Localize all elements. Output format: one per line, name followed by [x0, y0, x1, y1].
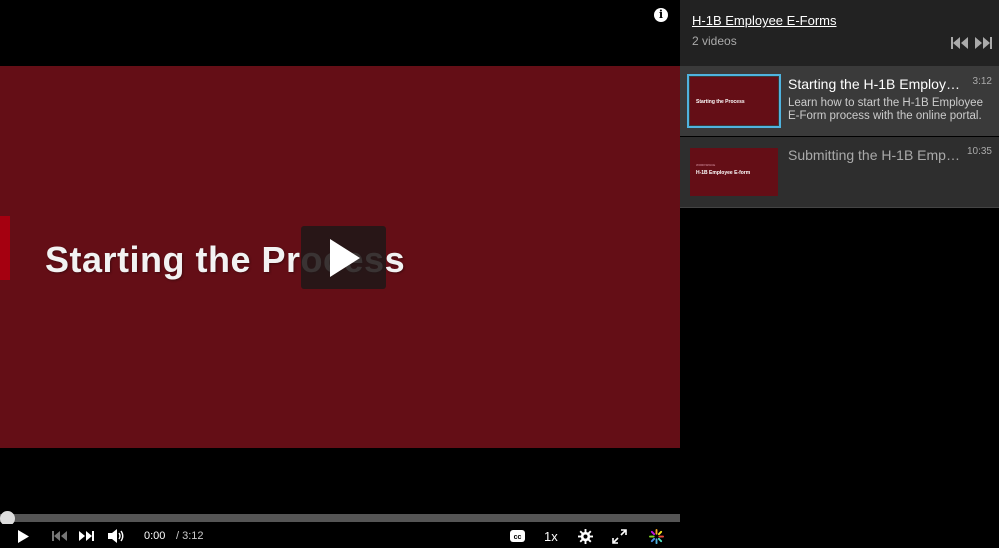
- playlist-item[interactable]: WORKSPACE H-1B Employee E-form Submittin…: [680, 137, 999, 207]
- play-button[interactable]: [16, 528, 30, 544]
- skip-previous-icon: [951, 37, 968, 49]
- playlist-divider: [680, 207, 999, 208]
- closed-captions-icon: cc: [509, 530, 525, 542]
- fullscreen-icon: [611, 528, 627, 544]
- skip-next-icon: [78, 531, 94, 541]
- playlist-panel: H-1B Employee E-Forms 2 videos Starting …: [680, 0, 999, 548]
- video-thumbnail: Starting the Process: [687, 74, 781, 128]
- playlist-item-title: Starting the H-1B Employee E-Form Proces…: [788, 76, 960, 92]
- settings-button[interactable]: [577, 528, 593, 544]
- slide-accent-bar: [0, 216, 10, 280]
- duration: / 3:12: [176, 530, 204, 542]
- thumbnail-caption: H-1B Employee E-form: [696, 170, 751, 176]
- control-bar: 0:00 / 3:12 cc 1x: [0, 524, 680, 548]
- play-icon: [330, 239, 360, 277]
- kaltura-logo-icon: [648, 528, 664, 544]
- playlist-next-button[interactable]: [975, 36, 993, 50]
- video-player[interactable]: i Starting the Process 0:00 / 3:12 cc 1x: [0, 0, 680, 548]
- kaltura-logo-button[interactable]: [648, 528, 664, 544]
- big-play-button[interactable]: [301, 226, 386, 289]
- volume-icon: [107, 529, 123, 543]
- skip-next-icon: [975, 37, 992, 49]
- playback-speed-button[interactable]: 1x: [544, 529, 558, 544]
- play-icon: [17, 529, 29, 543]
- playlist-item-duration: 3:12: [972, 76, 992, 87]
- next-button[interactable]: [78, 528, 94, 544]
- fullscreen-button[interactable]: [611, 528, 627, 544]
- gear-icon: [577, 528, 593, 544]
- previous-button[interactable]: [51, 528, 67, 544]
- thumbnail-subcaption: WORKSPACE: [696, 163, 716, 167]
- playlist-previous-button[interactable]: [951, 36, 969, 50]
- info-icon[interactable]: i: [654, 8, 668, 22]
- playlist-item-title: Submitting the H-1B Employee E-form: [788, 147, 960, 163]
- svg-text:cc: cc: [513, 534, 521, 541]
- playlist-item-duration: 10:35: [966, 146, 992, 157]
- playlist-header: H-1B Employee E-Forms 2 videos: [680, 0, 999, 66]
- current-time: 0:00: [144, 530, 166, 542]
- playlist-count: 2 videos: [692, 34, 737, 48]
- skip-previous-icon: [51, 531, 67, 541]
- progress-bar[interactable]: [0, 514, 680, 522]
- video-thumbnail: WORKSPACE H-1B Employee E-form: [690, 148, 778, 196]
- captions-button[interactable]: cc: [509, 528, 525, 544]
- playlist-title[interactable]: H-1B Employee E-Forms: [692, 13, 836, 28]
- volume-button[interactable]: [107, 528, 125, 544]
- playlist-item-description: Learn how to start the H-1B Employee E-F…: [788, 97, 983, 122]
- playlist-item[interactable]: Starting the Process Starting the H-1B E…: [680, 66, 999, 136]
- thumbnail-caption: Starting the Process: [696, 99, 745, 105]
